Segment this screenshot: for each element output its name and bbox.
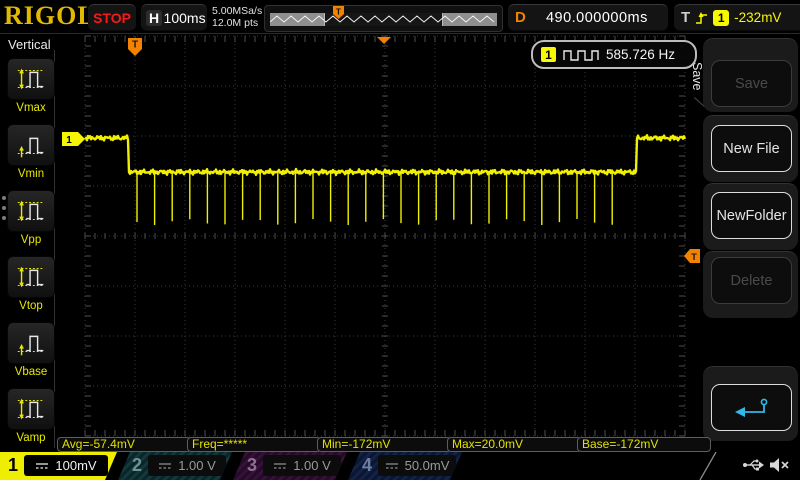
vpp-label: Vpp (20, 234, 42, 246)
return-arrow-icon (734, 398, 767, 417)
square-wave-icon (563, 49, 599, 61)
svg-text:T: T (691, 252, 697, 263)
channel-4-scale: 50.0mV (404, 458, 450, 473)
trigger-status-box[interactable]: T 1 -232mV (674, 4, 800, 31)
channel-4-tab[interactable]: 4 50.0mV (348, 452, 462, 480)
trigger-position-marker[interactable]: T (128, 38, 142, 56)
dc-coupling-icon (35, 461, 49, 471)
dc-coupling-icon (273, 461, 287, 471)
measurement-min: Min=-172mV (317, 437, 451, 452)
vmin-measure-icon (17, 137, 45, 158)
channel-4-scale-box: 50.0mV (378, 455, 456, 476)
frequency-counter: 1 585.726 Hz (531, 40, 697, 69)
speaker-muted-icon (770, 458, 789, 472)
memory-depth: 12.0M pts (212, 17, 259, 29)
overview-wave (270, 15, 495, 23)
channel-2-number: 2 (132, 455, 143, 475)
vmax-label: Vmax (16, 102, 46, 114)
delete-button[interactable]: Delete (711, 257, 792, 304)
right-menu-title: Save (690, 62, 704, 91)
usb-icon (743, 459, 764, 471)
trigger-label: T (681, 9, 691, 26)
vbase-button[interactable] (7, 322, 55, 364)
vmax-button[interactable] (7, 58, 55, 100)
channel1-level-marker[interactable]: 1 (62, 132, 85, 146)
rising-edge-icon (696, 11, 708, 24)
dc-coupling-icon (385, 461, 399, 471)
acquisition-info: 5.00MSa/s 12.0M pts (212, 5, 262, 29)
horizontal-reference-marker (377, 37, 391, 44)
trigger-level-value: -232mV (734, 10, 782, 25)
svg-text:T: T (132, 40, 138, 51)
vbase-label: Vbase (14, 366, 48, 378)
vamp-button[interactable] (7, 388, 55, 430)
sidebar-item-vamp[interactable]: Vamp (7, 388, 55, 444)
new-folder-button[interactable]: NewFolder (711, 192, 792, 239)
menu-page-dot (2, 206, 6, 210)
sidebar-item-vmin[interactable]: Vmin (7, 124, 55, 180)
vmin-button[interactable] (7, 124, 55, 166)
counter-source-badge: 1 (541, 47, 556, 62)
measurement-max: Max=20.0mV (447, 437, 581, 452)
overview-trigger-icon[interactable]: T (332, 5, 345, 20)
vpp-button[interactable] (7, 190, 55, 232)
channel-4-number: 4 (362, 455, 373, 475)
sidebar-item-vbase[interactable]: Vbase (7, 322, 55, 378)
vtop-measure-icon (17, 266, 45, 288)
back-button[interactable] (711, 384, 792, 431)
measurement-avg: Avg=-57.4mV (57, 437, 191, 452)
vtop-label: Vtop (19, 300, 43, 312)
channel-1-scale: 100mV (55, 458, 97, 473)
channel-1-tab[interactable]: 1 100mV (0, 452, 117, 480)
channel-2-scale: 1.00 V (178, 458, 216, 473)
channel-3-scale-box: 1.00 V (263, 455, 341, 476)
channel-3-number: 3 (247, 455, 258, 475)
menu-page-dot (2, 196, 6, 200)
channel-2-scale-box: 1.00 V (148, 455, 226, 476)
channel-3-scale: 1.00 V (293, 458, 331, 473)
channel-2-tab[interactable]: 2 1.00 V (118, 452, 232, 480)
sample-rate: 5.00MSa/s (212, 5, 263, 17)
channel-1-number: 1 (8, 455, 19, 475)
menu-page-dot (2, 216, 6, 220)
vmin-label: Vmin (17, 168, 45, 180)
sidebar-item-vpp[interactable]: Vpp (7, 190, 55, 246)
trigger-source-badge: 1 (713, 9, 730, 26)
counter-frequency-value: 585.726 Hz (606, 47, 676, 62)
trigger-level-marker[interactable]: T (684, 249, 700, 263)
measurement-freq: Freq=***** (187, 437, 321, 452)
svg-text:1: 1 (66, 135, 72, 146)
vpp-measure-icon (17, 200, 45, 222)
run-stop-state[interactable]: STOP (88, 4, 136, 31)
horizontal-scale-box[interactable]: H 100ms (141, 4, 207, 31)
horizontal-label: H (146, 9, 163, 26)
top-status-bar: RIGOL STOP H 100ms 5.00MSa/s 12.0M pts T… (0, 0, 800, 34)
channel-3-tab[interactable]: 3 1.00 V (233, 452, 347, 480)
status-divider (699, 452, 717, 480)
waveform-display: T 1 T (62, 35, 700, 437)
waveform-overview[interactable]: T (264, 5, 503, 32)
vbase-measure-icon (17, 335, 45, 356)
svg-text:T: T (336, 8, 341, 17)
delay-value: 490.000000ms (545, 9, 648, 26)
channel-1-scale-box: 100mV (24, 455, 108, 476)
sidebar-item-vtop[interactable]: Vtop (7, 256, 55, 312)
vtop-button[interactable] (7, 256, 55, 298)
rigol-logo: RIGOL (4, 1, 96, 30)
graticule (84, 35, 686, 437)
delay-label: D (515, 9, 526, 26)
trigger-delay-box[interactable]: D 490.000000ms (508, 4, 668, 31)
left-menu-title: Vertical (8, 37, 51, 52)
save-button[interactable]: Save (711, 60, 792, 107)
dc-coupling-icon (158, 461, 172, 471)
channel-status-bar: 1 100mV 2 1.00 V 3 1.00 V 4 50.0mV (0, 452, 800, 480)
vamp-label: Vamp (16, 432, 46, 444)
vamp-measure-icon (17, 398, 45, 420)
horizontal-scale-value: 100ms (163, 9, 206, 26)
measurement-base: Base=-172mV (577, 437, 711, 452)
vmax-measure-icon (17, 68, 45, 90)
sidebar-item-vmax[interactable]: Vmax (7, 58, 55, 114)
new-file-button[interactable]: New File (711, 125, 792, 172)
